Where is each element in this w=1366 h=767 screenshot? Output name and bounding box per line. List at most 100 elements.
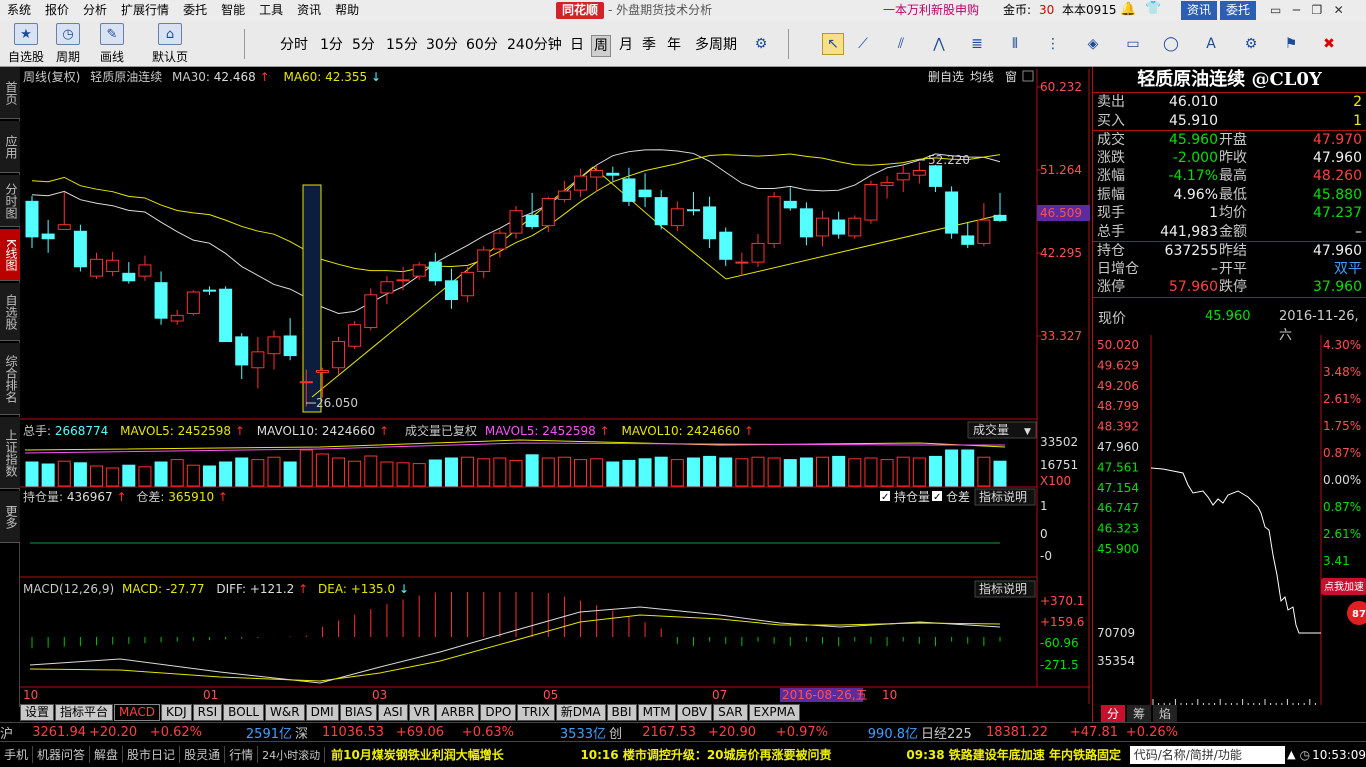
nav-sh-index[interactable]: 上证指数 <box>0 417 20 489</box>
speed-badge[interactable]: 点我加速 87 <box>1321 577 1366 625</box>
nav-ranking[interactable]: 综合排名 <box>0 343 20 415</box>
menu-news[interactable]: 资讯 <box>290 0 328 21</box>
bottom-lingtong[interactable]: 股灵通 <box>180 746 226 763</box>
period-season[interactable]: 季 <box>640 35 658 55</box>
intraday-volume <box>1152 698 1316 705</box>
indicator-tab-1[interactable]: 指标平台 <box>55 704 114 721</box>
window-button[interactable]: 窗 <box>1005 70 1017 84</box>
search-input[interactable]: 代码/名称/简拼/功能 <box>1129 745 1286 764</box>
indicator-tab-8[interactable]: BIAS <box>339 704 378 721</box>
nav-kline[interactable]: K线图 <box>0 229 20 281</box>
wave-icon[interactable]: ⋀ <box>928 33 950 55</box>
menu-quote[interactable]: 报价 <box>38 0 76 21</box>
news-1[interactable]: 前10月煤炭钢铁业利润大幅增长 <box>325 746 580 763</box>
menu-tools[interactable]: 工具 <box>252 0 290 21</box>
bottom-analysis[interactable]: 解盘 <box>90 746 124 763</box>
account-name[interactable]: 本本0915 <box>1062 0 1117 21</box>
check-icon: ✓ <box>933 492 941 503</box>
indicator-tab-0[interactable]: 设置 <box>20 704 55 721</box>
period-15min[interactable]: 15分 <box>384 35 420 55</box>
search-icon[interactable]: ▲ <box>1287 748 1295 761</box>
fibonacci-icon[interactable]: ≣ <box>966 33 988 55</box>
indicator-tab-17[interactable]: OBV <box>676 704 713 721</box>
nav-timeshare[interactable]: 分时图 <box>0 175 20 227</box>
period-week[interactable]: 周 <box>591 35 611 57</box>
bottom-diary[interactable]: 股市日记 <box>123 746 181 763</box>
pointer-icon[interactable]: ↖ <box>822 33 844 55</box>
news-3[interactable]: 09:38 铁路建设年底加速 年内铁路固定 <box>906 746 1125 763</box>
indicator-tab-6[interactable]: W&R <box>265 704 305 721</box>
ma-button[interactable]: 均线 <box>970 70 994 84</box>
period-fenshi[interactable]: 分时 <box>278 35 310 55</box>
gann-icon[interactable]: ⦀ <box>1004 33 1026 55</box>
nav-watchlist[interactable]: 自选股 <box>0 283 20 341</box>
indicator-tab-10[interactable]: VR <box>408 704 436 721</box>
mini-tab-chou[interactable]: 筹 <box>1127 705 1152 722</box>
mini-tab-yan[interactable]: 焰 <box>1153 705 1178 722</box>
indicator-tab-15[interactable]: BBI <box>606 704 637 721</box>
period-year[interactable]: 年 <box>665 35 683 55</box>
indicator-tab-16[interactable]: MTM <box>637 704 676 721</box>
bottom-mobile[interactable]: 手机 <box>0 746 34 763</box>
bottom-rolling[interactable]: 24小时滚动 <box>258 746 326 763</box>
indicator-tab-13[interactable]: TRIX <box>517 704 555 721</box>
promo-link[interactable]: 一本万利新股申购 <box>883 0 979 21</box>
default-page-button[interactable]: ⌂ 默认页 <box>152 23 188 65</box>
indicator-tab-2[interactable]: MACD <box>114 704 161 721</box>
window-controls[interactable]: ▭ ─ ❐ ✕ <box>1270 0 1344 21</box>
intraday-mini-chart[interactable]: 50.020 49.629 49.206 48.799 48.392 47.960 47.5… <box>1093 334 1366 711</box>
menu-extended[interactable]: 扩展行情 <box>114 0 176 21</box>
menu-trade[interactable]: 委托 <box>176 0 214 21</box>
draw-button[interactable]: ✎ 画线 <box>100 23 124 65</box>
delete-drawing-icon[interactable]: ✖ <box>1318 33 1340 55</box>
period-5min[interactable]: 5分 <box>350 35 377 55</box>
indicator-tab-14[interactable]: 新DMA <box>555 704 606 721</box>
menu-analysis[interactable]: 分析 <box>76 0 114 21</box>
bookmark-icon[interactable]: ⚑ <box>1280 33 1302 55</box>
text-tool-icon[interactable]: A <box>1200 33 1222 55</box>
kline-chart[interactable]: 60.232 51.264 42.295 33.327 52.220 26.050 周… <box>20 67 1090 704</box>
indicator-tab-11[interactable]: ARBR <box>436 704 480 721</box>
period-60min[interactable]: 60分 <box>464 35 500 55</box>
remove-watchlist-button[interactable]: 删自选 <box>928 70 964 84</box>
rectangle-icon[interactable]: ▭ <box>1122 33 1144 55</box>
period-lines-icon[interactable]: ⋮ <box>1042 33 1064 55</box>
period-1min[interactable]: 1分 <box>318 35 345 55</box>
shirt-icon[interactable]: 👕 <box>1145 1 1161 16</box>
channel-icon[interactable]: ◈ <box>1082 33 1104 55</box>
indicator-tab-12[interactable]: DPO <box>480 704 517 721</box>
parallel-line-icon[interactable]: ⫽ <box>890 33 912 55</box>
indicator-tab-5[interactable]: BOLL <box>223 704 265 721</box>
ellipse-icon[interactable]: ◯ <box>1160 33 1182 55</box>
trade-button[interactable]: 委托 <box>1220 1 1257 20</box>
indicator-tab-9[interactable]: ASI <box>378 704 408 721</box>
bottom-qa[interactable]: 机器问答 <box>33 746 91 763</box>
watchlist-button[interactable]: ★ 自选股 <box>8 23 44 65</box>
period-240min[interactable]: 240分钟 <box>505 35 564 55</box>
nav-home[interactable]: 首页 <box>0 67 20 119</box>
menu-help[interactable]: 帮助 <box>328 0 366 21</box>
period-button[interactable]: ◷ 周期 <box>56 23 80 65</box>
period-month[interactable]: 月 <box>617 35 635 55</box>
mini-tab-fen[interactable]: 分 <box>1101 705 1126 722</box>
indicator-tab-19[interactable]: EXPMA <box>748 704 801 721</box>
indicator-tab-4[interactable]: RSI <box>192 704 223 721</box>
menu-system[interactable]: 系统 <box>0 0 38 21</box>
nav-apps[interactable]: 应用 <box>0 121 20 173</box>
quote-v1: -2.000 <box>1172 149 1218 166</box>
nav-more[interactable]: 更多 <box>0 491 20 543</box>
line-tool-icon[interactable]: ⟋ <box>852 33 874 55</box>
info-button[interactable]: 资讯 <box>1181 1 1218 20</box>
indicator-tab-18[interactable]: SAR <box>713 704 748 721</box>
news-2[interactable]: 10:16 楼市调控升级：20城房价再涨要被问责 <box>580 746 906 763</box>
settings-gear-icon[interactable]: ⚙ <box>750 33 772 55</box>
period-day[interactable]: 日 <box>568 35 586 55</box>
indicator-tab-3[interactable]: KDJ <box>161 704 192 721</box>
bell-icon[interactable]: 🔔 <box>1120 2 1136 17</box>
bottom-quote[interactable]: 行情 <box>225 746 259 763</box>
period-multi[interactable]: 多周期 <box>693 35 739 55</box>
menu-smart[interactable]: 智能 <box>214 0 252 21</box>
draw-settings-gear-icon[interactable]: ⚙ <box>1240 33 1262 55</box>
indicator-tab-7[interactable]: DMI <box>305 704 339 721</box>
period-30min[interactable]: 30分 <box>424 35 460 55</box>
